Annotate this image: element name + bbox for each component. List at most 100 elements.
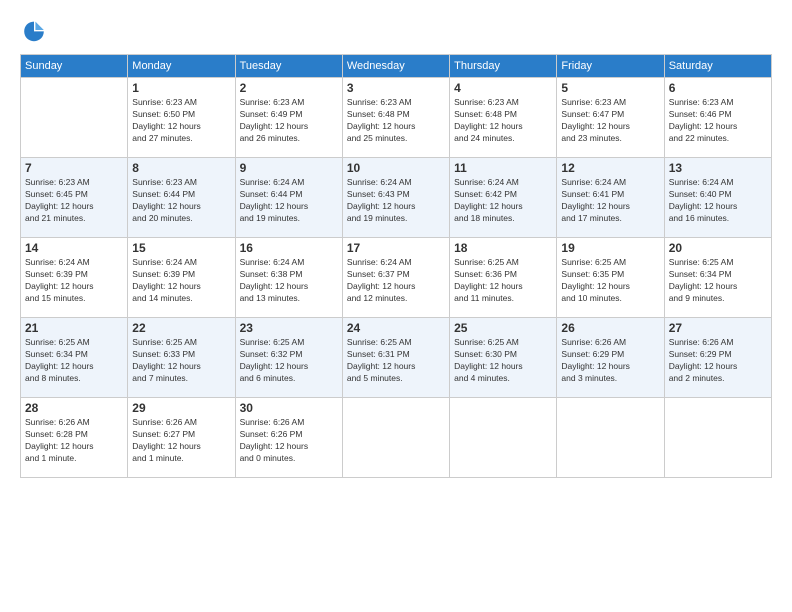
weekday-header-saturday: Saturday (664, 55, 771, 78)
day-cell: 18Sunrise: 6:25 AM Sunset: 6:36 PM Dayli… (450, 238, 557, 318)
day-cell: 10 Sunrise: 6:24 AM Sunset: 6:43 PM Dayli… (342, 158, 449, 238)
day-number: 27 (669, 321, 767, 335)
day-cell: 6 Sunrise: 6:23 AM Sunset: 6:46 PM Daylig… (664, 78, 771, 158)
day-info: Sunrise: 6:23 AM Sunset: 6:45 PM Dayligh… (25, 177, 123, 225)
day-info: Sunrise: 6:23 AM Sunset: 6:48 PM Dayligh… (347, 97, 445, 145)
day-cell: 2Sunrise: 6:23 AM Sunset: 6:49 PM Daylig… (235, 78, 342, 158)
week-row-4: 21 Sunrise: 6:25 AM Sunset: 6:34 PM Dayli… (21, 318, 772, 398)
day-info: Sunrise: 6:26 AM Sunset: 6:26 PM Dayligh… (240, 417, 338, 465)
day-cell: 17 Sunrise: 6:24 AM Sunset: 6:37 PM Dayli… (342, 238, 449, 318)
day-info: Sunrise: 6:26 AM Sunset: 6:29 PM Dayligh… (669, 337, 767, 385)
day-number: 19 (561, 241, 659, 255)
day-cell: 7 Sunrise: 6:23 AM Sunset: 6:45 PM Daylig… (21, 158, 128, 238)
day-number: 20 (669, 241, 767, 255)
day-info: Sunrise: 6:24 AM Sunset: 6:40 PM Dayligh… (669, 177, 767, 225)
day-info: Sunrise: 6:26 AM Sunset: 6:28 PM Dayligh… (25, 417, 123, 465)
day-number: 8 (132, 161, 230, 175)
day-number: 5 (561, 81, 659, 95)
day-info: Sunrise: 6:26 AM Sunset: 6:27 PM Dayligh… (132, 417, 230, 465)
day-info: Sunrise: 6:24 AM Sunset: 6:37 PM Dayligh… (347, 257, 445, 305)
day-cell: 27 Sunrise: 6:26 AM Sunset: 6:29 PM Dayli… (664, 318, 771, 398)
day-cell: 14 Sunrise: 6:24 AM Sunset: 6:39 PM Dayli… (21, 238, 128, 318)
day-cell: 21 Sunrise: 6:25 AM Sunset: 6:34 PM Dayli… (21, 318, 128, 398)
day-number: 14 (25, 241, 123, 255)
day-number: 2 (240, 81, 338, 95)
day-info: Sunrise: 6:23 AM Sunset: 6:46 PM Dayligh… (669, 97, 767, 145)
day-cell: 16 Sunrise: 6:24 AM Sunset: 6:38 PM Dayli… (235, 238, 342, 318)
day-cell: 29 Sunrise: 6:26 AM Sunset: 6:27 PM Dayli… (128, 398, 235, 478)
day-cell: 15 Sunrise: 6:24 AM Sunset: 6:39 PM Dayli… (128, 238, 235, 318)
day-number: 6 (669, 81, 767, 95)
day-info: Sunrise: 6:25 AM Sunset: 6:30 PM Dayligh… (454, 337, 552, 385)
day-info: Sunrise: 6:23 AM Sunset: 6:50 PM Dayligh… (132, 97, 230, 145)
day-info: Sunrise: 6:24 AM Sunset: 6:44 PM Dayligh… (240, 177, 338, 225)
day-number: 12 (561, 161, 659, 175)
day-number: 11 (454, 161, 552, 175)
day-info: Sunrise: 6:24 AM Sunset: 6:42 PM Dayligh… (454, 177, 552, 225)
day-cell: 9 Sunrise: 6:24 AM Sunset: 6:44 PM Daylig… (235, 158, 342, 238)
day-info: Sunrise: 6:24 AM Sunset: 6:41 PM Dayligh… (561, 177, 659, 225)
day-number: 3 (347, 81, 445, 95)
day-number: 23 (240, 321, 338, 335)
day-info: Sunrise: 6:25 AM Sunset: 6:32 PM Dayligh… (240, 337, 338, 385)
day-cell: 28Sunrise: 6:26 AM Sunset: 6:28 PM Dayli… (21, 398, 128, 478)
logo (20, 16, 52, 44)
day-info: Sunrise: 6:24 AM Sunset: 6:39 PM Dayligh… (132, 257, 230, 305)
day-info: Sunrise: 6:26 AM Sunset: 6:29 PM Dayligh… (561, 337, 659, 385)
day-number: 7 (25, 161, 123, 175)
day-cell (557, 398, 664, 478)
day-number: 13 (669, 161, 767, 175)
day-number: 21 (25, 321, 123, 335)
weekday-header-monday: Monday (128, 55, 235, 78)
day-cell: 3 Sunrise: 6:23 AM Sunset: 6:48 PM Daylig… (342, 78, 449, 158)
day-info: Sunrise: 6:24 AM Sunset: 6:39 PM Dayligh… (25, 257, 123, 305)
day-cell: 8 Sunrise: 6:23 AM Sunset: 6:44 PM Daylig… (128, 158, 235, 238)
day-info: Sunrise: 6:24 AM Sunset: 6:38 PM Dayligh… (240, 257, 338, 305)
day-info: Sunrise: 6:24 AM Sunset: 6:43 PM Dayligh… (347, 177, 445, 225)
day-cell: 4 Sunrise: 6:23 AM Sunset: 6:48 PM Daylig… (450, 78, 557, 158)
weekday-header-wednesday: Wednesday (342, 55, 449, 78)
day-info: Sunrise: 6:25 AM Sunset: 6:34 PM Dayligh… (25, 337, 123, 385)
day-number: 25 (454, 321, 552, 335)
day-cell (450, 398, 557, 478)
weekday-header-row: SundayMondayTuesdayWednesdayThursdayFrid… (21, 55, 772, 78)
day-info: Sunrise: 6:23 AM Sunset: 6:48 PM Dayligh… (454, 97, 552, 145)
day-cell: 30Sunrise: 6:26 AM Sunset: 6:26 PM Dayli… (235, 398, 342, 478)
week-row-2: 7 Sunrise: 6:23 AM Sunset: 6:45 PM Daylig… (21, 158, 772, 238)
logo-icon (20, 16, 48, 44)
calendar: SundayMondayTuesdayWednesdayThursdayFrid… (20, 54, 772, 478)
day-cell: 13 Sunrise: 6:24 AM Sunset: 6:40 PM Dayli… (664, 158, 771, 238)
day-number: 17 (347, 241, 445, 255)
day-info: Sunrise: 6:25 AM Sunset: 6:35 PM Dayligh… (561, 257, 659, 305)
day-number: 10 (347, 161, 445, 175)
day-info: Sunrise: 6:25 AM Sunset: 6:36 PM Dayligh… (454, 257, 552, 305)
weekday-header-friday: Friday (557, 55, 664, 78)
day-number: 1 (132, 81, 230, 95)
day-number: 22 (132, 321, 230, 335)
day-cell: 26Sunrise: 6:26 AM Sunset: 6:29 PM Dayli… (557, 318, 664, 398)
day-cell: 1 Sunrise: 6:23 AM Sunset: 6:50 PM Daylig… (128, 78, 235, 158)
day-number: 9 (240, 161, 338, 175)
page: SundayMondayTuesdayWednesdayThursdayFrid… (0, 0, 792, 612)
week-row-3: 14 Sunrise: 6:24 AM Sunset: 6:39 PM Dayli… (21, 238, 772, 318)
day-info: Sunrise: 6:25 AM Sunset: 6:34 PM Dayligh… (669, 257, 767, 305)
day-number: 4 (454, 81, 552, 95)
week-row-5: 28Sunrise: 6:26 AM Sunset: 6:28 PM Dayli… (21, 398, 772, 478)
weekday-header-tuesday: Tuesday (235, 55, 342, 78)
day-number: 29 (132, 401, 230, 415)
day-cell: 19 Sunrise: 6:25 AM Sunset: 6:35 PM Dayli… (557, 238, 664, 318)
day-number: 15 (132, 241, 230, 255)
day-info: Sunrise: 6:25 AM Sunset: 6:33 PM Dayligh… (132, 337, 230, 385)
week-row-1: 1 Sunrise: 6:23 AM Sunset: 6:50 PM Daylig… (21, 78, 772, 158)
weekday-header-sunday: Sunday (21, 55, 128, 78)
day-info: Sunrise: 6:23 AM Sunset: 6:44 PM Dayligh… (132, 177, 230, 225)
day-cell: 23 Sunrise: 6:25 AM Sunset: 6:32 PM Dayli… (235, 318, 342, 398)
header (20, 16, 772, 44)
day-cell: 24 Sunrise: 6:25 AM Sunset: 6:31 PM Dayli… (342, 318, 449, 398)
day-number: 24 (347, 321, 445, 335)
day-number: 16 (240, 241, 338, 255)
day-cell: 20 Sunrise: 6:25 AM Sunset: 6:34 PM Dayli… (664, 238, 771, 318)
day-info: Sunrise: 6:25 AM Sunset: 6:31 PM Dayligh… (347, 337, 445, 385)
day-cell: 11 Sunrise: 6:24 AM Sunset: 6:42 PM Dayli… (450, 158, 557, 238)
day-cell (664, 398, 771, 478)
